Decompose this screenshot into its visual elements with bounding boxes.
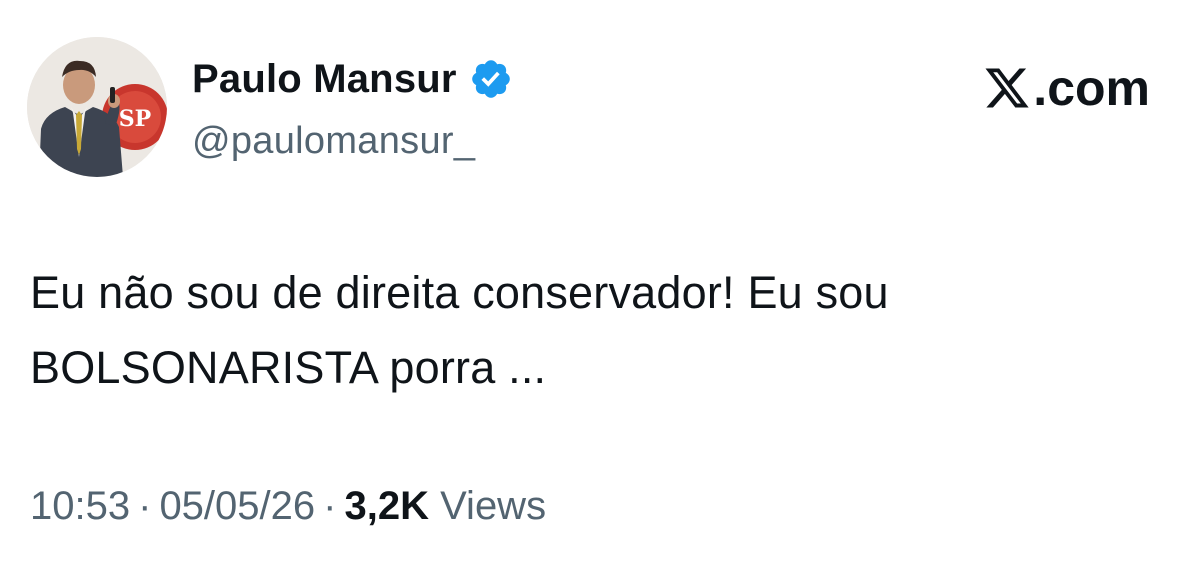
seal-text: SP [119, 106, 151, 132]
views-label[interactable]: Views [440, 484, 546, 528]
tweet-body: Eu não sou de direita conservador! Eu so… [30, 255, 1150, 405]
meta-separator: · [138, 484, 152, 528]
display-name[interactable]: Paulo Mansur [192, 54, 457, 104]
tweet-time[interactable]: 10:53 [30, 484, 130, 528]
tweet-meta: 10:53 · 05/05/26 · 3,2K Views [30, 478, 546, 534]
tweet-card: SP Paulo Mansur @paulomansur_ .com Eu nã… [0, 0, 1200, 566]
avatar-image: SP [27, 37, 167, 177]
tweet-date[interactable]: 05/05/26 [159, 484, 315, 528]
x-logo-icon [983, 64, 1031, 112]
brand-watermark: .com [983, 56, 1150, 120]
author-block: Paulo Mansur @paulomansur_ [192, 54, 513, 166]
name-row: Paulo Mansur [192, 54, 513, 104]
avatar[interactable]: SP [27, 37, 167, 177]
tweet-text-line: Eu não sou de direita conservador! Eu so… [30, 267, 889, 318]
handle[interactable]: @paulomansur_ [192, 116, 513, 166]
meta-separator: · [323, 484, 337, 528]
tweet-text-line: BOLSONARISTA porra ... [30, 342, 547, 393]
verified-badge-icon [469, 57, 513, 101]
views-count[interactable]: 3,2K [344, 484, 429, 528]
brand-suffix: .com [1033, 60, 1150, 116]
